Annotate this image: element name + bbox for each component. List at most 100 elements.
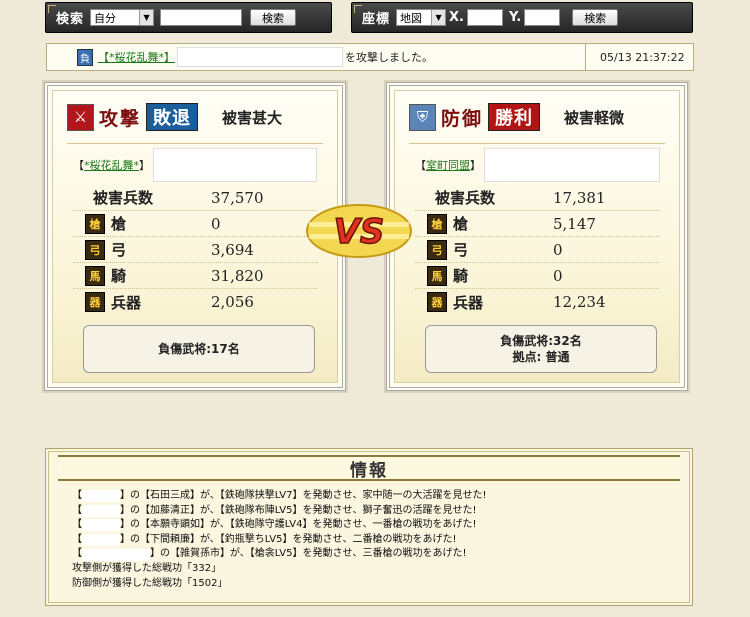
coord-label: 座標 [362, 12, 391, 27]
log-bracket: 【 [72, 504, 82, 516]
player-name-box [82, 548, 150, 561]
search-button[interactable]: 検索 [250, 9, 297, 26]
spear-icon: 槍 [427, 213, 447, 234]
defense-label: 防御 [441, 107, 484, 130]
unit-row-weapons: 器兵器 2,056 [73, 289, 317, 315]
unit-label: 槍 [453, 215, 469, 233]
unit-row-spear: 槍槍 0 [73, 211, 317, 237]
total-value: 37,570 [211, 188, 264, 207]
unit-row-bow: 弓弓 3,694 [73, 237, 317, 263]
unit-label: 騎 [111, 267, 127, 285]
y-coordinate-input[interactable] [524, 9, 561, 26]
unit-label: 兵器 [111, 293, 142, 312]
log-bracket: 【 [72, 533, 82, 545]
defender-alliance-link[interactable]: 室町同盟 [426, 157, 470, 173]
search-label: 検索 [56, 12, 85, 27]
message-text: を攻撃しました。 [345, 51, 433, 64]
defender-header: ⛨ 防御 勝利 被害軽微 [409, 103, 624, 131]
coordinate-search-bar: 座標 地図 ▼ X. Y. 検索 [351, 2, 693, 33]
log-line: 【 】の【本願寺顕如】が、【鉄砲隊守護LV4】を発動させ、一番槍の戦功をあげた! [72, 518, 486, 533]
map-select-value: 地図 [400, 11, 423, 25]
message-timestamp: 05/13 21:37:22 [600, 50, 685, 64]
vs-text: VS [334, 212, 385, 252]
total-casualties-row: 被害兵数 37,570 [73, 185, 317, 211]
player-name-box [82, 534, 120, 547]
unit-value: 31,820 [211, 266, 264, 285]
log-text: 】の【本願寺顕如】が、【鉄砲隊守護LV4】を発動させ、一番槍の戦功をあげた! [120, 519, 477, 531]
bow-icon: 弓 [427, 239, 447, 260]
map-select[interactable]: 地図 ▼ [396, 9, 447, 26]
total-label: 被害兵数 [435, 189, 496, 207]
log-bracket: 【 [72, 548, 82, 560]
corner-ornament [48, 5, 56, 13]
attacker-header: ⚔ 攻撃 敗退 被害甚大 [67, 103, 282, 131]
unit-label: 弓 [111, 241, 127, 259]
battle-info-box: 情報 【 】の【石田三成】が、【鉄砲隊挟撃LV7】を発動させ、家中随一の大活躍を見… [45, 448, 693, 606]
summary-line: 攻撃側が獲得した総戦功「332」 [72, 562, 222, 574]
loss-badge: 負 [77, 48, 93, 66]
log-bracket: 【 [72, 519, 82, 531]
vs-emblem: VS [306, 204, 412, 258]
summary-line: 防御側が獲得した総戦功「1502」 [72, 577, 228, 589]
log-text: 】の【雑賀孫市】が、【槍衾LV5】を発動させ、三番槍の戦功をあげた! [150, 548, 467, 560]
log-line: 【 】の【石田三成】が、【鉄砲隊挟撃LV7】を発動させ、家中随一の大活躍を見せた! [72, 489, 486, 504]
x-coordinate-input[interactable] [466, 9, 503, 26]
target-name-box [177, 47, 343, 67]
defender-stats: 被害兵数 17,381 槍槍 5,147 弓弓 0 馬騎 0 器兵器 12,23… [415, 185, 659, 315]
attacker-name-box [153, 148, 317, 182]
total-casualties-row: 被害兵数 17,381 [415, 185, 659, 211]
attacker-injured-box: 負傷武将:17名 [83, 325, 315, 373]
alliance-link[interactable]: 【*桜花乱舞*】 [98, 49, 175, 65]
coord-search-button[interactable]: 検索 [572, 9, 619, 26]
log-text: 】の【下間頼廉】が、【釣瓶撃ちLV5】を発動させ、二番槍の戦功をあげた! [120, 533, 457, 545]
unit-value: 5,147 [553, 214, 596, 233]
defender-panel-inner: ⛨ 防御 勝利 被害軽微 【 室町同盟 】 被害兵数 17,381 槍槍 5,1… [394, 90, 680, 383]
defender-alliance-row: 【 室町同盟 】 [415, 148, 660, 182]
unit-label: 弓 [453, 241, 469, 259]
helmet-icon: ⛨ [409, 103, 436, 131]
divider [585, 44, 586, 70]
divider [67, 143, 323, 144]
unit-value: 0 [553, 266, 563, 285]
bow-icon: 弓 [85, 239, 105, 260]
unit-value: 0 [211, 214, 221, 233]
bracket-close: 】 [470, 159, 481, 172]
player-name-box [82, 490, 120, 503]
unit-value: 0 [553, 240, 563, 259]
unit-row-bow: 弓弓 0 [415, 237, 659, 263]
horse-icon: 馬 [427, 265, 447, 286]
base-status-text: 拠点: 普通 [512, 350, 570, 364]
player-name-box [82, 504, 120, 517]
spear-icon: 槍 [85, 213, 105, 234]
bracket-close: 】 [139, 159, 150, 172]
search-input[interactable] [160, 9, 243, 26]
info-title-bar: 情報 [58, 455, 680, 481]
log-line: 【 】の【加藤清正】が、【鉄砲隊布陣LV5】を発動させ、獅子奮迅の活躍を見せた! [72, 504, 486, 519]
info-title: 情報 [350, 460, 388, 481]
result-badge-victory: 勝利 [488, 103, 541, 131]
log-text: 】の【石田三成】が、【鉄砲隊挟撃LV7】を発動させ、家中随一の大活躍を見せた! [120, 490, 487, 501]
battle-log: 【 】の【石田三成】が、【鉄砲隊挟撃LV7】を発動させ、家中随一の大活躍を見せた!… [72, 489, 486, 591]
unit-value: 12,234 [553, 293, 606, 311]
attacker-panel-inner: ⚔ 攻撃 敗退 被害甚大 【 *桜花乱舞* 】 被害兵数 37,570 槍槍 0 [52, 90, 338, 383]
crossed-swords-icon: ⚔ [67, 103, 94, 131]
defender-injured-box: 負傷武将:32名 拠点: 普通 [425, 325, 657, 373]
search-bar: 検索 自分 ▼ 検索 [45, 2, 332, 33]
attacker-alliance-link[interactable]: *桜花乱舞* [84, 157, 139, 173]
defender-name-box [484, 148, 660, 182]
total-value: 17,381 [553, 188, 606, 207]
log-line: 【 】の【下間頼廉】が、【釣瓶撃ちLV5】を発動させ、二番槍の戦功をあげた! [72, 533, 486, 548]
log-line: 【 】の【雑賀孫市】が、【槍衾LV5】を発動させ、三番槍の戦功をあげた! [72, 547, 486, 562]
unit-label: 槍 [111, 215, 127, 233]
log-bracket: 【 [72, 490, 82, 501]
battle-message-row: 負 【*桜花乱舞*】 を攻撃しました。 05/13 21:37:22 [46, 43, 694, 71]
search-type-select[interactable]: 自分 ▼ [90, 9, 155, 26]
y-label: Y. [508, 10, 522, 25]
unit-row-cavalry: 馬騎 0 [415, 263, 659, 289]
player-name-box [82, 519, 120, 532]
result-badge-defeat: 敗退 [146, 103, 199, 131]
divider [409, 143, 665, 144]
injured-generals-text: 負傷武将:17名 [158, 342, 240, 356]
unit-label: 騎 [453, 267, 469, 285]
damage-level-text: 被害甚大 [222, 108, 283, 127]
